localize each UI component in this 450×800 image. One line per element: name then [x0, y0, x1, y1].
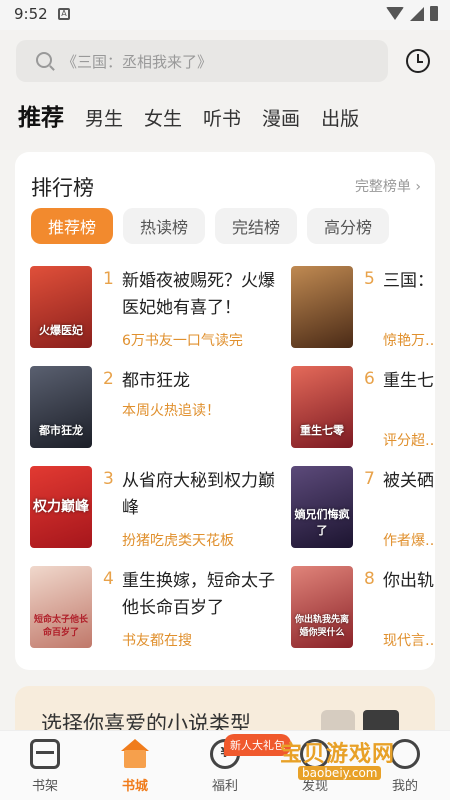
rank-number: 4 [103, 569, 114, 589]
nav-label: 福利 [211, 779, 238, 794]
book-item[interactable]: 5 三国：…走，我… 惊艳万… [291, 266, 435, 356]
system-icons [386, 6, 438, 21]
nav-bookshelf[interactable]: 书架 [15, 739, 75, 794]
status-time: 9:52 [14, 5, 48, 23]
tab-male[interactable]: 男生 [85, 104, 123, 131]
book-item[interactable]: 权力巅峰 3 从省府大秘到权力巅峰 扮猪吃虎类天花板 [30, 466, 290, 556]
book-cover: 你出轨我先离婚你哭什么 [291, 566, 353, 648]
book-tag: 现代言… [383, 633, 435, 649]
watermark-url: baobeiy.com [298, 766, 382, 780]
book-cover: 嫡兄们悔疯了 [291, 466, 353, 548]
book-tag: 评分超… [383, 433, 435, 449]
book-item[interactable]: 短命太子他长命百岁了 4 重生换嫁，短命太子他长命百岁了 书友都在搜 [30, 566, 290, 656]
book-title: 都市狂龙 [122, 371, 190, 391]
rank-number: 6 [364, 369, 375, 389]
search-icon [36, 52, 52, 68]
book-tag: 书友都在搜 [122, 633, 192, 649]
tab-recommend[interactable]: 推荐 [18, 98, 64, 132]
search-bar[interactable]: 《三国：丞相我来了》 [16, 40, 388, 82]
book-item[interactable]: 嫡兄们悔疯了 7 被关硒…嫡兄们… 作者爆… [291, 466, 435, 556]
rank-number: 8 [364, 569, 375, 589]
book-title: 被关硒…嫡兄们… [383, 471, 435, 491]
rank-number: 3 [103, 469, 114, 489]
search-placeholder: 《三国：丞相我来了》 [62, 53, 213, 71]
ranking-title: 排行榜 [31, 176, 94, 200]
book-cover: 短命太子他长命百岁了 [30, 566, 92, 648]
rank-number: 5 [364, 269, 375, 289]
book-tag: 作者爆… [383, 533, 435, 549]
chip-recommend[interactable]: 推荐榜 [31, 208, 113, 244]
bookshelf-icon [30, 739, 60, 769]
rank-number: 7 [364, 469, 375, 489]
book-title: 新婚夜被赐死？火爆医妃她有喜了！ [122, 271, 275, 318]
bookstore-home-icon [120, 739, 150, 769]
book-item[interactable]: 都市狂龙 2 都市狂龙 本周火热追读！ [30, 366, 290, 456]
header: 《三国：丞相我来了》 推荐 男生 女生 听书 漫画 出版 [0, 30, 450, 150]
history-clock-icon[interactable] [406, 49, 430, 73]
status-bar: 9:52 A [0, 0, 450, 30]
book-item[interactable]: 火爆医妃 1 新婚夜被赐死？火爆医妃她有喜了！ 6万书友一口气读完 [30, 266, 290, 356]
nav-label: 书城 [121, 779, 148, 794]
book-item[interactable]: 你出轨我先离婚你哭什么 8 你出轨…婚你哭… 现代言… [291, 566, 435, 656]
site-watermark: 宝贝游戏网 baobeiy.com [272, 736, 422, 782]
app-notification-icon: A [58, 8, 70, 20]
wifi-icon [386, 7, 404, 20]
book-tag: 扮猪吃虎类天花板 [122, 533, 234, 549]
battery-icon [430, 6, 438, 21]
book-title: 三国：…走，我… [383, 271, 435, 291]
watermark-name: 宝贝游戏网 [280, 742, 396, 767]
rank-number: 2 [103, 369, 114, 389]
ranking-card: 排行榜 完整榜单 › 推荐榜 热读榜 完结榜 高分榜 火爆医妃 1 新婚夜被赐死… [15, 152, 435, 670]
ranking-right-column: 5 三国：…走，我… 惊艳万… 重生七零 6 重生七…猎养家… 评分超… 嫡兄们… [291, 152, 435, 670]
tab-female[interactable]: 女生 [144, 104, 182, 131]
book-tag: 本周火热追读！ [122, 403, 220, 419]
nav-bookstore[interactable]: 书城 [105, 739, 165, 794]
category-tabs: 推荐 男生 女生 听书 漫画 出版 [18, 98, 380, 132]
book-cover: 火爆医妃 [30, 266, 92, 348]
book-cover: 都市狂龙 [30, 366, 92, 448]
rank-number: 1 [103, 269, 114, 289]
tab-audiobook[interactable]: 听书 [203, 104, 241, 131]
chip-hot[interactable]: 热读榜 [123, 208, 205, 244]
nav-label: 书架 [31, 779, 58, 794]
book-cover: 重生七零 [291, 366, 353, 448]
book-item[interactable]: 重生七零 6 重生七…猎养家… 评分超… [291, 366, 435, 456]
book-title: 你出轨…婚你哭… [383, 571, 435, 591]
book-cover: 权力巅峰 [30, 466, 92, 548]
book-title: 从省府大秘到权力巅峰 [122, 471, 275, 518]
tab-publish[interactable]: 出版 [321, 104, 359, 131]
book-title: 重生换嫁，短命太子他长命百岁了 [122, 571, 275, 618]
book-title: 重生七…猎养家… [383, 371, 435, 391]
tab-comic[interactable]: 漫画 [262, 104, 300, 131]
book-tag: 惊艳万… [383, 333, 435, 349]
signal-icon [410, 6, 424, 21]
chip-completed[interactable]: 完结榜 [215, 208, 297, 244]
book-cover [291, 266, 353, 348]
book-tag: 6万书友一口气读完 [122, 333, 243, 349]
